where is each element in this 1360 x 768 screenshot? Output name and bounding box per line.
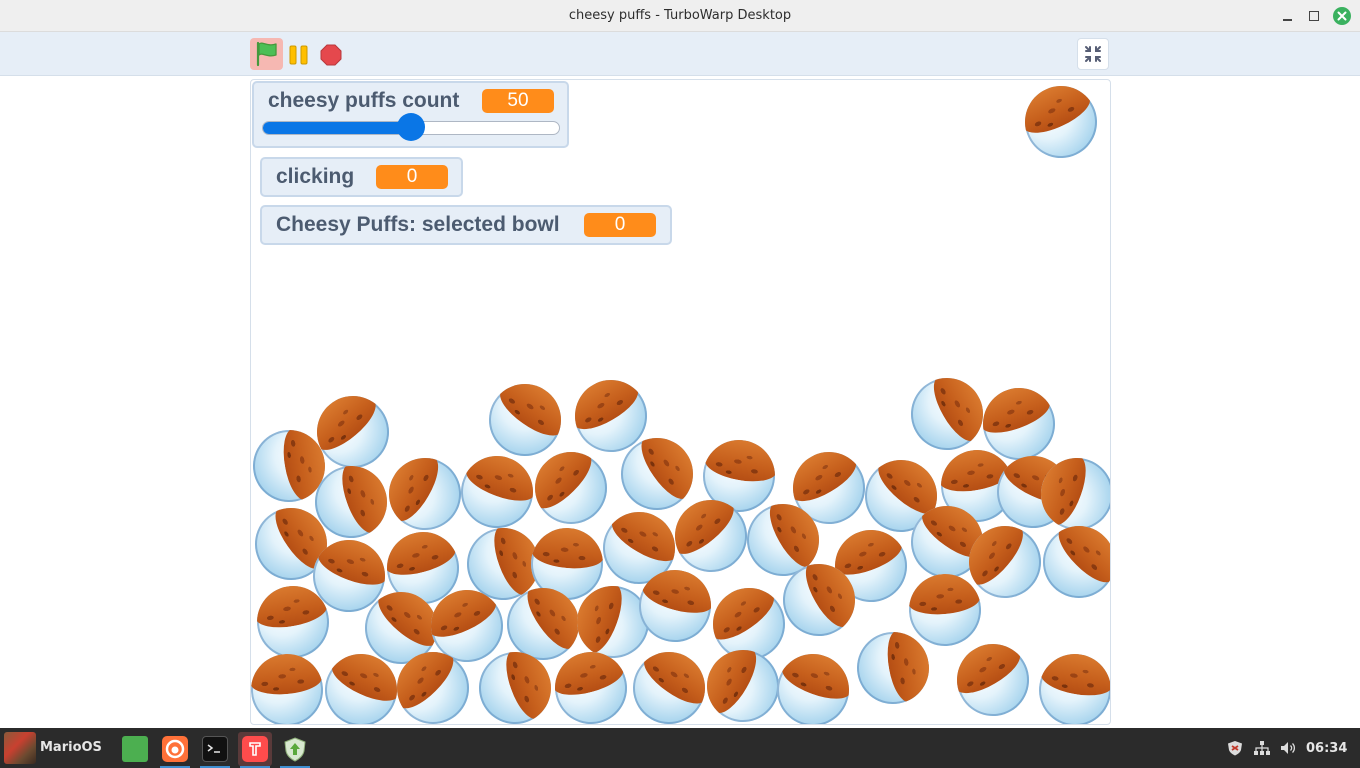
bowl-puffs (251, 650, 324, 697)
variable-monitor-clicking: clicking 0 (260, 157, 463, 197)
cheesy-puffs-bowl-sprite[interactable] (251, 650, 327, 724)
green-flag-icon (256, 41, 277, 67)
update-shield-glyph (284, 737, 306, 762)
bowl-puffs (905, 570, 982, 617)
cheesy-puffs-bowl-sprite[interactable] (251, 580, 335, 664)
cheesy-puffs-bowl-sprite[interactable] (851, 626, 935, 710)
bowl-puffs (777, 643, 860, 706)
taskbar: MarioOS 06:34 (0, 728, 1360, 768)
count-slider-thumb[interactable] (397, 113, 425, 141)
shield-icon[interactable] (1226, 740, 1244, 756)
monitor-value: 0 (376, 165, 448, 189)
count-slider-fill (263, 122, 412, 134)
monitor-label: clicking (276, 165, 355, 188)
bowl-puffs (493, 369, 576, 444)
turbowarp-icon[interactable] (238, 732, 272, 768)
cheesy-puffs-bowl-sprite[interactable] (375, 444, 475, 544)
maximize-button[interactable] (1306, 8, 1322, 24)
bowl-puffs (702, 434, 781, 486)
turbowarp-glyph (249, 742, 261, 756)
taskbar-clock: 06:34 (1306, 741, 1348, 756)
monitor-value: 0 (584, 213, 656, 237)
bowl-puffs (633, 423, 708, 506)
exit-fullscreen-button[interactable] (1077, 38, 1109, 70)
firefox-icon[interactable] (158, 732, 192, 768)
minimize-button[interactable] (1280, 8, 1296, 24)
variable-monitor-cheesy-puffs-count: cheesy puffs count 50 (252, 81, 569, 148)
firefox-glyph (165, 739, 185, 759)
stop-icon (320, 44, 342, 66)
bowl-puffs (530, 524, 607, 571)
variable-monitor-selected-bowl: Cheesy Puffs: selected bowl 0 (260, 205, 672, 245)
project-stage[interactable]: cheesy puffs count 50 clicking 0 Cheesy … (250, 79, 1111, 725)
monitor-label: cheesy puffs count (268, 89, 460, 112)
cheesy-puffs-bowl-sprite[interactable] (766, 643, 860, 724)
pause-button[interactable] (288, 44, 310, 66)
monitor-value: 50 (482, 89, 554, 113)
volume-icon[interactable] (1279, 740, 1297, 756)
bowl-puffs (1013, 80, 1096, 141)
bowl-puffs (251, 580, 330, 632)
files-icon[interactable] (118, 732, 152, 766)
cheesy-puffs-bowl-sprite[interactable] (1013, 80, 1109, 170)
bowl-puffs (1038, 648, 1110, 700)
stop-button[interactable] (320, 44, 342, 66)
bowl-puffs (561, 366, 644, 438)
bowl-puffs (972, 377, 1055, 440)
window-titlebar: cheesy puffs - TurboWarp Desktop (0, 0, 1360, 32)
start-menu-avatar[interactable] (4, 732, 36, 764)
window-title: cheesy puffs - TurboWarp Desktop (568, 8, 792, 23)
player-controls-bar (0, 32, 1360, 76)
update-manager-icon[interactable] (278, 732, 312, 768)
monitor-label: Cheesy Puffs: selected bowl (276, 213, 560, 236)
terminal-glyph (207, 744, 220, 753)
terminal-icon[interactable] (198, 732, 232, 768)
green-flag-button[interactable] (250, 38, 283, 70)
compress-icon (1085, 46, 1101, 62)
cheesy-puffs-bowl-sprite[interactable] (943, 630, 1043, 724)
close-button[interactable] (1333, 7, 1351, 25)
start-menu-label[interactable]: MarioOS (40, 740, 102, 755)
bowl-puffs (378, 523, 459, 581)
close-icon (1337, 11, 1347, 21)
network-icon[interactable] (1253, 740, 1271, 756)
pause-icon (289, 45, 308, 65)
cheesy-puffs-bowl-sprite[interactable] (1033, 648, 1110, 724)
